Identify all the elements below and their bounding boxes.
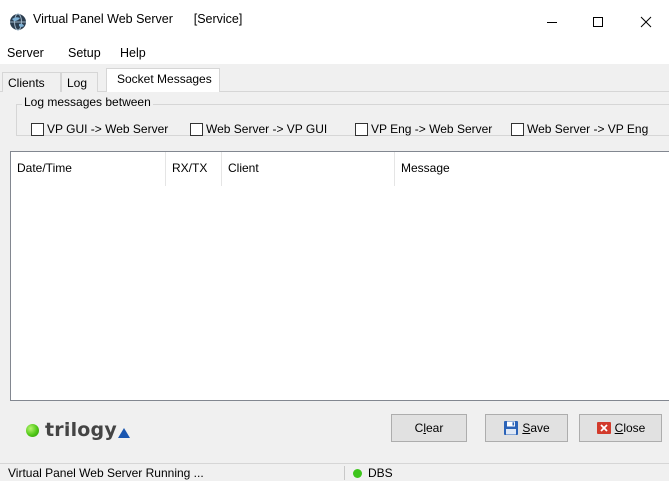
close-red-icon bbox=[596, 420, 612, 436]
maximize-button[interactable] bbox=[576, 8, 620, 36]
column-header-client[interactable]: Client bbox=[222, 152, 395, 186]
db-status-indicator-icon bbox=[353, 469, 362, 478]
close-button[interactable]: Close bbox=[579, 414, 662, 442]
filter-webserver-to-vpeng[interactable]: Web Server -> VP Eng bbox=[511, 122, 648, 136]
tab-socket-messages[interactable]: Socket Messages bbox=[106, 68, 220, 93]
socket-messages-table[interactable]: Date/Time RX/TX Client Message bbox=[10, 151, 669, 401]
status-bar: Virtual Panel Web Server Running ... DBS bbox=[0, 463, 669, 481]
window-title: Virtual Panel Web Server [Service] bbox=[33, 12, 242, 26]
menu-help[interactable]: Help bbox=[120, 46, 146, 60]
maximize-icon bbox=[593, 17, 603, 27]
close-icon bbox=[640, 16, 652, 28]
log-filter-legend: Log messages between bbox=[22, 95, 153, 109]
column-header-message[interactable]: Message bbox=[395, 152, 669, 186]
minimize-icon bbox=[547, 22, 557, 23]
filter-vpeng-to-webserver[interactable]: VP Eng -> Web Server bbox=[355, 122, 492, 136]
filter-webserver-to-vpgui[interactable]: Web Server -> VP GUI bbox=[190, 122, 327, 136]
checkbox-label: VP Eng -> Web Server bbox=[371, 122, 493, 136]
logo-triangle-icon bbox=[117, 428, 130, 438]
tab-log[interactable]: Log bbox=[61, 72, 98, 92]
close-window-button[interactable] bbox=[624, 8, 668, 36]
tab-strip: Clients Log Socket Messages bbox=[0, 64, 669, 93]
checkbox[interactable] bbox=[511, 122, 524, 136]
column-header-datetime[interactable]: Date/Time bbox=[11, 152, 166, 186]
window-title-text: Virtual Panel Web Server bbox=[33, 12, 173, 26]
window-subtitle: [Service] bbox=[193, 12, 243, 26]
column-header-rxtx[interactable]: RX/TX bbox=[166, 152, 222, 186]
menu-server[interactable]: Server bbox=[7, 46, 44, 60]
db-status-label: DBS bbox=[368, 466, 393, 480]
checkbox-label: Web Server -> VP Eng bbox=[527, 122, 649, 136]
checkbox-label: VP GUI -> Web Server bbox=[47, 122, 169, 136]
socket-messages-panel: Log messages between VP GUI -> Web Serve… bbox=[0, 92, 669, 463]
close-button-label: Close bbox=[614, 421, 646, 435]
filter-vpgui-to-webserver[interactable]: VP GUI -> Web Server bbox=[31, 122, 168, 136]
checkbox[interactable] bbox=[190, 122, 203, 136]
menu-bar: Server Setup Help bbox=[0, 44, 669, 64]
app-globe-icon bbox=[9, 13, 27, 31]
checkbox-label: Web Server -> VP GUI bbox=[206, 122, 328, 136]
title-bar: Virtual Panel Web Server [Service] bbox=[0, 0, 669, 44]
minimize-button[interactable] bbox=[530, 8, 574, 36]
save-button-label: Save bbox=[522, 421, 550, 435]
clear-button-label: Clear bbox=[414, 421, 444, 435]
tab-clients[interactable]: Clients bbox=[2, 72, 61, 92]
save-button[interactable]: Save bbox=[485, 414, 568, 442]
logo-text: trilogy bbox=[45, 419, 117, 441]
floppy-disk-icon bbox=[503, 420, 519, 436]
clear-button[interactable]: Clear bbox=[391, 414, 467, 442]
status-message: Virtual Panel Web Server Running ... bbox=[8, 466, 204, 480]
checkbox[interactable] bbox=[355, 122, 368, 136]
status-separator bbox=[344, 466, 345, 480]
checkbox[interactable] bbox=[31, 122, 44, 136]
menu-setup[interactable]: Setup bbox=[68, 46, 101, 60]
logo-dot-icon bbox=[26, 423, 39, 437]
trilogy-logo: trilogy bbox=[26, 419, 130, 441]
